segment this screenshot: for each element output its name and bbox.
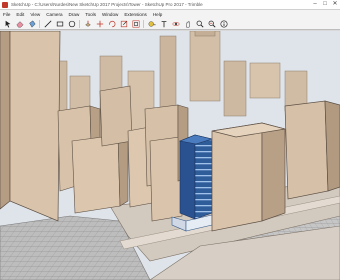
toolbar-separator <box>143 19 144 28</box>
pan-icon <box>185 20 190 27</box>
left-tall-building <box>0 31 61 222</box>
menu-window[interactable]: Window <box>102 12 118 17</box>
orbit-tool[interactable] <box>171 19 180 28</box>
move-icon <box>96 20 103 27</box>
orbit-icon <box>172 21 179 26</box>
eraser-tool[interactable] <box>15 19 24 28</box>
menu-extensions[interactable]: Extensions <box>124 12 146 17</box>
window-title: SketchUp - C:\Users\Nurdes\New SketchUp … <box>11 2 203 7</box>
3d-model-viewport[interactable] <box>0 31 340 280</box>
rectangle-tool[interactable] <box>55 19 64 28</box>
menu-bar: File Edit View Camera Draw Tools Window … <box>0 10 340 18</box>
minimize-button[interactable]: – <box>310 0 320 9</box>
tape-measure-tool[interactable] <box>147 19 156 28</box>
main-toolbar <box>0 18 340 30</box>
push-pull-icon <box>84 20 91 27</box>
text-icon <box>161 20 166 27</box>
select-tool[interactable] <box>3 19 12 28</box>
toolbar-separator <box>39 19 40 28</box>
rectangle-icon <box>56 21 63 26</box>
window-controls: – □ ✕ <box>310 0 340 9</box>
right-tall-building <box>284 100 340 200</box>
line-icon <box>44 20 51 27</box>
menu-help[interactable]: Help <box>153 12 162 17</box>
offset-tool[interactable] <box>131 19 140 28</box>
scale-tool[interactable] <box>119 19 128 28</box>
select-icon <box>5 20 10 28</box>
maximize-button[interactable]: □ <box>320 0 330 9</box>
menu-edit[interactable]: Edit <box>16 12 24 17</box>
info-icon <box>219 19 228 28</box>
close-button[interactable]: ✕ <box>330 0 340 9</box>
zoom-extents-icon <box>208 20 216 28</box>
app-logo-icon <box>2 1 8 8</box>
menu-file[interactable]: File <box>3 12 10 17</box>
menu-view[interactable]: View <box>30 12 40 17</box>
scale-icon <box>120 20 127 27</box>
menu-tools[interactable]: Tools <box>85 12 96 17</box>
rotate-icon <box>108 20 115 27</box>
text-tool[interactable] <box>159 19 168 28</box>
eraser-icon <box>15 20 24 27</box>
info-tool[interactable] <box>219 19 228 28</box>
right-large-building <box>211 122 286 232</box>
tape-measure-icon <box>148 20 156 27</box>
zoom-icon <box>196 20 204 28</box>
offset-icon <box>132 20 139 27</box>
paint-bucket-icon <box>28 19 36 28</box>
line-tool[interactable] <box>43 19 52 28</box>
sketchup-window: SketchUp - C:\Users\Nurdes\New SketchUp … <box>0 0 340 280</box>
push-pull-tool[interactable] <box>83 19 92 28</box>
title-bar: SketchUp - C:\Users\Nurdes\New SketchUp … <box>0 0 340 10</box>
menu-camera[interactable]: Camera <box>46 12 62 17</box>
zoom-extents-tool[interactable] <box>207 19 216 28</box>
toolbar-separator <box>79 19 80 28</box>
paint-bucket-tool[interactable] <box>27 19 36 28</box>
move-tool[interactable] <box>95 19 104 28</box>
rotate-tool[interactable] <box>107 19 116 28</box>
pan-tool[interactable] <box>183 19 192 28</box>
circle-tool[interactable] <box>67 19 76 28</box>
menu-draw[interactable]: Draw <box>69 12 80 17</box>
circle-icon <box>68 20 75 27</box>
city-model-scene <box>0 31 340 280</box>
zoom-tool[interactable] <box>195 19 204 28</box>
